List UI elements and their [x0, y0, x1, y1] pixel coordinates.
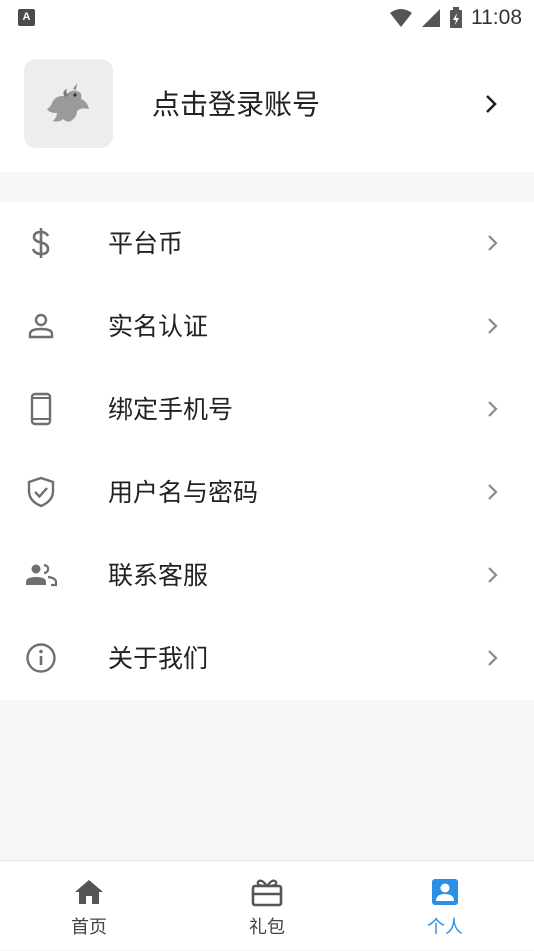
profile-card-icon [429, 877, 461, 907]
menu-item-label: 关于我们 [108, 644, 209, 673]
people-icon [24, 558, 58, 592]
menu-item-label: 绑定手机号 [108, 395, 234, 424]
menu-item-real-name-verification[interactable]: 实名认证 [0, 285, 534, 368]
bottom-tab-bar: 首页 礼包 个人 [0, 860, 534, 950]
menu-item-about-us[interactable]: 关于我们 [0, 617, 534, 700]
menu-item-bind-phone[interactable]: 绑定手机号 [0, 368, 534, 451]
battery-charging-icon [450, 7, 462, 28]
info-icon [24, 641, 58, 675]
wifi-icon [390, 9, 412, 27]
chevron-right-icon [488, 235, 498, 251]
menu-item-label: 用户名与密码 [108, 478, 259, 507]
menu-item-username-password[interactable]: 用户名与密码 [0, 451, 534, 534]
unicorn-avatar-icon [46, 82, 89, 122]
tab-label: 首页 [71, 917, 107, 938]
tab-label: 礼包 [249, 917, 285, 938]
person-icon [24, 309, 58, 343]
chevron-right-icon [488, 401, 498, 417]
profile-header[interactable]: 点击登录账号 [0, 36, 534, 172]
status-icons: 11:08 [389, 4, 522, 32]
section-divider [0, 172, 534, 202]
menu-item-label: 实名认证 [108, 312, 209, 341]
menu-item-contact-support[interactable]: 联系客服 [0, 534, 534, 617]
chevron-right-icon [488, 318, 498, 334]
dollar-icon [24, 226, 58, 260]
phone-icon [24, 392, 58, 426]
tab-label: 个人 [427, 917, 463, 938]
cell-signal-icon [422, 9, 440, 27]
status-bar: A 11:08 [0, 0, 534, 36]
chevron-right-icon [486, 95, 497, 113]
tab-home[interactable]: 首页 [0, 861, 178, 951]
menu-item-label: 平台币 [108, 229, 184, 258]
gift-icon [251, 877, 283, 907]
login-prompt[interactable]: 点击登录账号 [152, 85, 320, 125]
tab-gift[interactable]: 礼包 [178, 861, 356, 951]
tab-personal[interactable]: 个人 [356, 861, 534, 951]
shield-check-icon [24, 475, 58, 509]
chevron-right-icon [488, 567, 498, 583]
home-icon [73, 877, 105, 907]
keyboard-a-icon: A [18, 9, 35, 26]
menu-item-platform-coin[interactable]: 平台币 [0, 202, 534, 285]
chevron-right-icon [488, 650, 498, 666]
avatar[interactable] [24, 59, 113, 148]
chevron-right-icon [488, 484, 498, 500]
settings-menu: 平台币 实名认证 绑定手机号 用户名与密码 联系客服 关于我们 [0, 202, 534, 700]
menu-item-label: 联系客服 [108, 561, 209, 590]
clock: 11:08 [471, 6, 522, 29]
